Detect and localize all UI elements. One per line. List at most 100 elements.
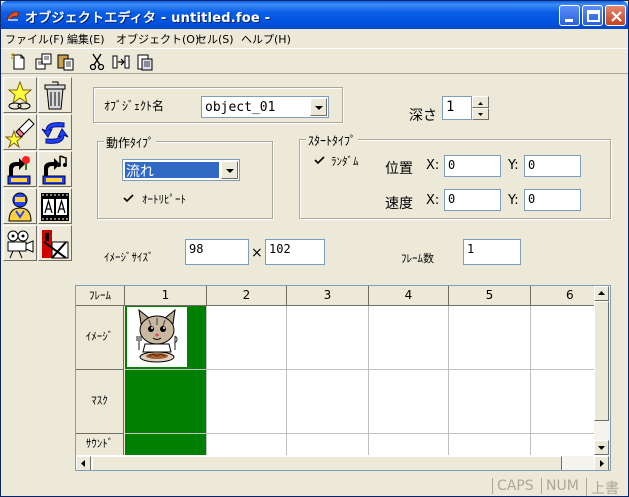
clipboard-icon[interactable]: [135, 52, 155, 72]
grid-cell[interactable]: [531, 434, 595, 456]
grid-col-header[interactable]: 6: [531, 286, 595, 306]
motion-type-label: 動作ﾀｲﾌﾟ: [104, 134, 157, 151]
cut-icon[interactable]: [87, 52, 107, 72]
random-label: ﾗﾝﾀﾞﾑ: [331, 155, 359, 168]
spin-up-icon[interactable]: [472, 96, 489, 108]
horizontal-scroll-thumb[interactable]: [92, 456, 562, 470]
grid-row-header-image[interactable]: ｲﾒｰｼﾞ: [76, 306, 124, 370]
status-bar: CAPS NUM 上書: [1, 477, 628, 496]
grid-cell-sound-1[interactable]: [125, 434, 207, 456]
position-y-field[interactable]: 0: [524, 155, 581, 177]
speed-x-field[interactable]: 0: [444, 189, 501, 211]
motion-type-combo[interactable]: 流れ: [122, 159, 240, 181]
speed-x-label: X:: [426, 193, 440, 208]
grid-col-header[interactable]: 2: [207, 286, 287, 306]
image-height-field[interactable]: 102: [265, 239, 325, 265]
insert-icon[interactable]: [111, 52, 131, 72]
cat-sprite-image: [127, 307, 187, 367]
palette-btn-3[interactable]: [3, 114, 37, 150]
palette-btn-2[interactable]: [38, 77, 72, 113]
position-y-label: Y:: [508, 158, 519, 173]
scroll-right-icon[interactable]: [594, 456, 609, 470]
projector-icon: [7, 230, 34, 259]
grid-row-header-mask[interactable]: ﾏｽｸ: [76, 370, 124, 434]
menu-edit[interactable]: 編集(E): [67, 31, 105, 47]
status-num: NUM: [541, 478, 579, 494]
frame-grid: ﾌﾚｰﾑ 1 2 3 4 5 6 ｲﾒｰｼﾞ ﾏｽｸ ｻｳﾝﾄﾞ: [75, 285, 611, 471]
palette-btn-5[interactable]: [3, 151, 37, 187]
status-mode: 上書: [586, 478, 619, 496]
palette-btn-9[interactable]: [3, 225, 37, 261]
object-name-value: object_01: [205, 100, 276, 115]
grid-col-header[interactable]: 4: [369, 286, 449, 306]
close-button[interactable]: [605, 5, 626, 26]
grid-cell[interactable]: [449, 370, 531, 434]
depth-label: 深さ: [409, 108, 437, 124]
menu-cell[interactable]: セル(S): [196, 31, 234, 47]
palette-btn-6[interactable]: [38, 151, 72, 187]
grid-cell[interactable]: [287, 434, 369, 456]
trash-icon: [44, 81, 66, 110]
menu-help[interactable]: ヘルプ(H): [241, 31, 291, 47]
menu-object[interactable]: オブジェクト(O): [116, 31, 199, 47]
menu-file[interactable]: ファイル(F): [5, 31, 64, 47]
copy-icon[interactable]: [34, 52, 54, 72]
text-aa-icon: [41, 193, 69, 221]
new-icon[interactable]: [9, 52, 29, 72]
grid-cell[interactable]: [369, 306, 449, 370]
music-loop-icon: [42, 155, 67, 185]
grid-cell[interactable]: [207, 434, 287, 456]
depth-field[interactable]: 1: [442, 96, 472, 120]
vertical-scrollbar[interactable]: [594, 286, 610, 456]
position-label: 位置: [385, 161, 413, 177]
grid-cell[interactable]: [449, 434, 531, 456]
chevron-down-icon[interactable]: [221, 161, 238, 179]
position-x-field[interactable]: 0: [444, 155, 501, 177]
grid-cell[interactable]: [369, 434, 449, 456]
scroll-up-icon[interactable]: [594, 286, 609, 301]
autorepeat-checkbox[interactable]: [123, 193, 134, 204]
grid-col-header[interactable]: 3: [287, 286, 369, 306]
horizontal-scrollbar[interactable]: [76, 455, 610, 470]
app-icon: [6, 11, 20, 21]
grid-cell-mask-1[interactable]: [125, 370, 207, 434]
grid-cell[interactable]: [449, 306, 531, 370]
palette-btn-4[interactable]: [38, 114, 72, 150]
palette-btn-8[interactable]: [38, 188, 72, 224]
minimize-button[interactable]: [559, 5, 580, 26]
autorepeat-label: ｵｰﾄﾘﾋﾟｰﾄ: [142, 193, 186, 206]
grid-cell[interactable]: [531, 370, 595, 434]
grid-cell-image-1[interactable]: [125, 306, 207, 370]
maximize-button[interactable]: [582, 5, 603, 26]
vertical-scroll-thumb[interactable]: [594, 301, 609, 421]
depth-spinner[interactable]: [472, 96, 489, 120]
grid-cell[interactable]: [287, 370, 369, 434]
object-name-combo[interactable]: object_01: [201, 96, 329, 118]
random-checkbox[interactable]: [314, 155, 325, 166]
image-width-field[interactable]: 98: [185, 239, 249, 265]
grid-row-header-sound[interactable]: ｻｳﾝﾄﾞ: [76, 434, 124, 456]
grid-cell[interactable]: [207, 306, 287, 370]
object-editor-window: オブジェクトエディタ - untitled.foe - ファイル(F) 編集(E…: [0, 0, 629, 497]
palette-btn-10[interactable]: [38, 225, 72, 261]
star-eraser-icon: [5, 118, 35, 149]
grid-cell[interactable]: [287, 306, 369, 370]
menu-bar: ファイル(F) 編集(E) オブジェクト(O) セル(S) ヘルプ(H): [1, 29, 628, 47]
grid-cell[interactable]: [531, 306, 595, 370]
scroll-down-icon[interactable]: [594, 440, 609, 455]
title-bar[interactable]: オブジェクトエディタ - untitled.foe -: [1, 1, 628, 29]
image-size-label: ｲﾒｰｼﾞｻｲｽﾞ: [104, 251, 154, 264]
palette-btn-7[interactable]: [3, 188, 37, 224]
paste-icon[interactable]: [56, 52, 76, 72]
palette-btn-1[interactable]: [3, 77, 37, 113]
speed-y-field[interactable]: 0: [524, 189, 581, 211]
grid-cell[interactable]: [369, 370, 449, 434]
grid-col-header[interactable]: 5: [449, 286, 531, 306]
scroll-left-icon[interactable]: [76, 456, 91, 470]
chevron-down-icon[interactable]: [310, 98, 327, 116]
grid-cell[interactable]: [207, 370, 287, 434]
grid-col-header[interactable]: 1: [125, 286, 207, 306]
times-sign: ×: [251, 245, 263, 261]
frame-count-field[interactable]: 1: [463, 239, 521, 265]
spin-down-icon[interactable]: [472, 108, 489, 120]
